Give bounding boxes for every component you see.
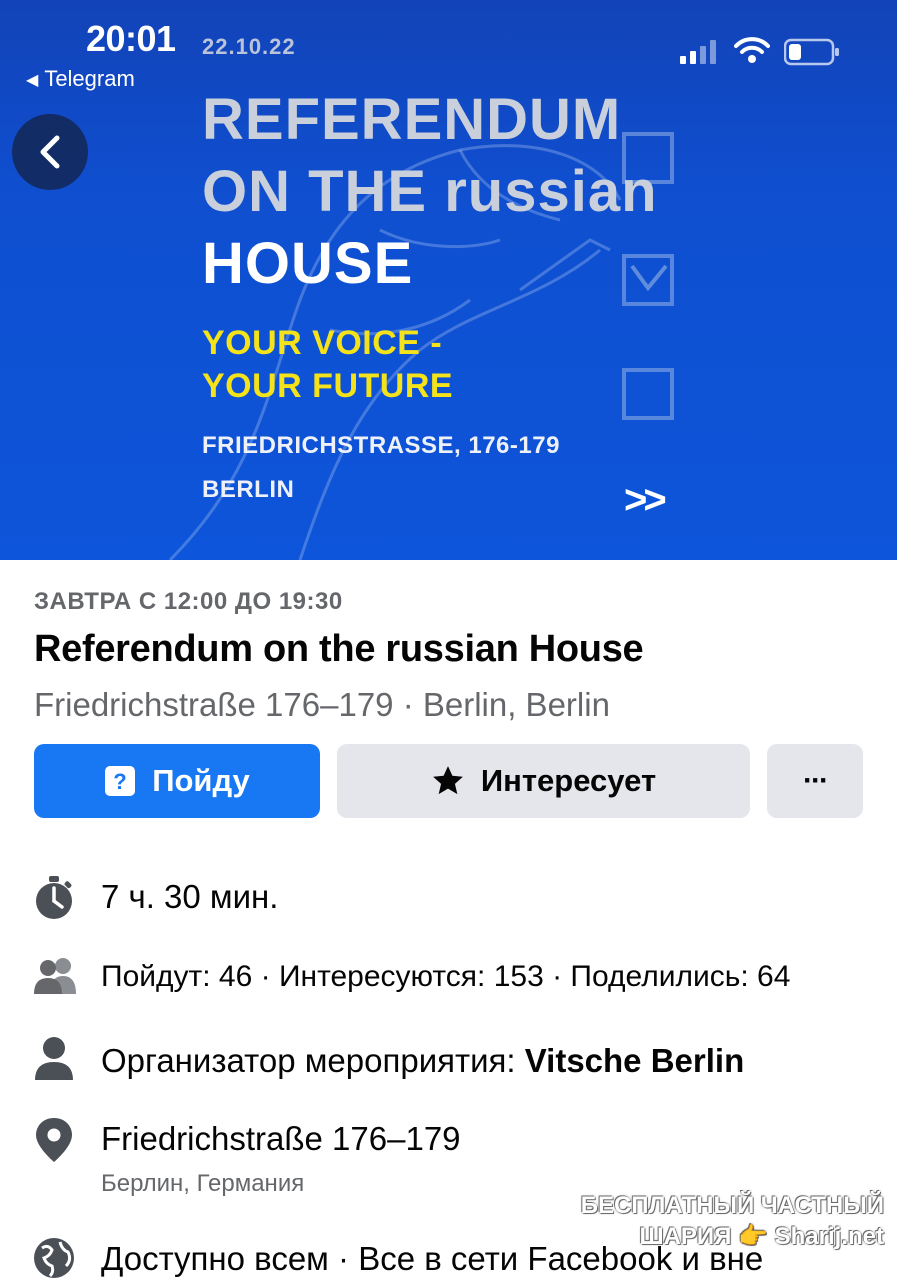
svg-text:?: ? bbox=[113, 769, 126, 794]
stopwatch-icon bbox=[36, 876, 72, 919]
event-title: Referendum on the russian House bbox=[34, 628, 644, 670]
event-location[interactable]: Friedrichstraße 176–179 · Berlin, Berlin bbox=[34, 686, 610, 724]
going-label: Пойду bbox=[152, 763, 250, 798]
status-time: 20:01 bbox=[86, 18, 176, 59]
watermark-line-1: БЕСПЛАТНЫЙ ЧАСТНЫЙ bbox=[580, 1192, 884, 1219]
poster-address: FRIEDRICHSTRASSE, 176-179 bbox=[202, 432, 560, 459]
star-icon bbox=[431, 764, 465, 798]
duration-text: 7 ч. 30 мин. bbox=[101, 878, 279, 915]
going-button[interactable]: ? Пойду bbox=[34, 744, 320, 818]
poster-date: 22.10.22 bbox=[202, 34, 296, 59]
going-question-icon: ? bbox=[104, 765, 136, 797]
watermark: БЕСПЛАТНЫЙ ЧАСТНЫЙ ШАРИЯ 👉 Sharij.net bbox=[574, 1190, 884, 1252]
address-city: Берлин, Германия bbox=[101, 1170, 305, 1197]
wifi-icon bbox=[734, 37, 770, 63]
poster-slogan: YOUR VOICE - YOUR FUTURE bbox=[202, 322, 453, 408]
ballot-checkbox-3 bbox=[622, 368, 674, 420]
poster-arrows: >> bbox=[624, 478, 667, 522]
poster-title-line-1: REFERENDUM bbox=[202, 87, 622, 152]
interested-label: Интересует bbox=[480, 763, 657, 798]
people-icon bbox=[34, 958, 76, 994]
back-button[interactable] bbox=[12, 114, 88, 190]
back-triangle-icon: ◀ bbox=[26, 72, 39, 89]
event-time: ЗАВТРА С 12:00 ДО 19:30 bbox=[34, 588, 343, 615]
organizer-name-link[interactable]: Vitsche Berlin bbox=[525, 1042, 744, 1079]
globe-icon bbox=[34, 1238, 74, 1278]
event-cover-image: 20:01 ◀ Telegram 22.10.22 REFERENDUM ON TH… bbox=[0, 0, 897, 560]
chevron-left-icon bbox=[40, 135, 60, 169]
poster-title: REFERENDUM ON THE russian HOUSE bbox=[202, 84, 658, 300]
cellular-signal-icon bbox=[680, 40, 716, 64]
location-pin-icon bbox=[36, 1118, 72, 1162]
organizer-text: Организатор мероприятия: Vitsche Berlin bbox=[101, 1042, 744, 1080]
back-app-label: Telegram bbox=[44, 66, 135, 91]
battery-icon bbox=[784, 38, 839, 66]
organizer-prefix: Организатор мероприятия: bbox=[101, 1042, 525, 1079]
interested-button[interactable]: Интересует bbox=[337, 744, 750, 818]
person-icon bbox=[35, 1037, 73, 1080]
more-dots-icon: ··· bbox=[803, 764, 829, 797]
poster-title-line-3: HOUSE bbox=[202, 231, 414, 296]
poster-city: BERLIN bbox=[202, 476, 295, 503]
watermark-line-2: ШАРИЯ 👉 Sharij.net bbox=[639, 1223, 884, 1250]
poster-title-line-2: ON THE russian bbox=[202, 159, 658, 224]
more-options-button[interactable]: ··· bbox=[767, 744, 863, 818]
poster-slogan-line-2: YOUR FUTURE bbox=[202, 367, 454, 405]
attendance-stats: Пойдут: 46 · Интересуются: 153 · Поделил… bbox=[101, 960, 791, 993]
poster-slogan-line-1: YOUR VOICE - bbox=[202, 324, 443, 362]
back-to-telegram-link[interactable]: ◀ Telegram bbox=[26, 66, 135, 92]
address-street: Friedrichstraße 176–179 bbox=[101, 1120, 461, 1157]
